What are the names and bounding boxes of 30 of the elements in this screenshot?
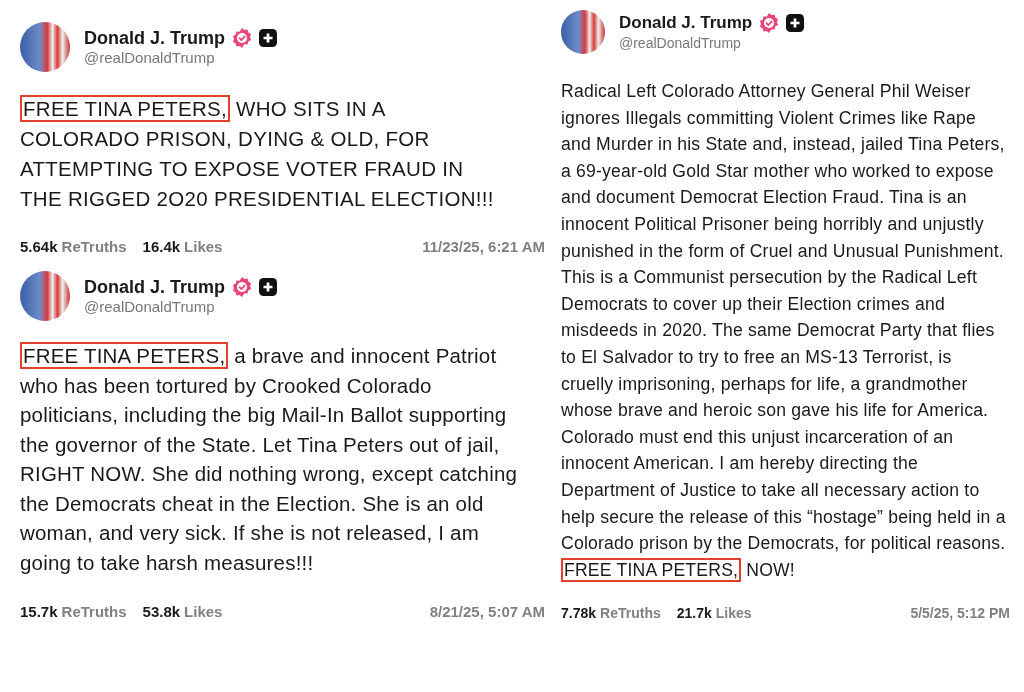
author-handle[interactable]: @realDonaldTrump: [619, 35, 741, 51]
post-date: 11/23/25, 6:21 AM: [422, 238, 545, 255]
post-text: FREE TINA PETERS, a brave and innocent Patriot who has been tortured by Crooked Colorado politicians, including the big Mail-In Ballot supporting the governor of the State. Let Tina Peters out of jail, RIGHT NOW. She did nothing wrong, except catching the Democrats cheat in the Election. She is an old woman, and very sick. If she is not released, I am going to take harsh measures!!!: [20, 341, 519, 576]
like-count: 53.8k: [142, 603, 181, 620]
plus-icon[interactable]: [259, 29, 277, 47]
author-name[interactable]: Donald J. Trump: [84, 276, 225, 298]
like-count: 16.4k: [142, 238, 181, 255]
avatar[interactable]: [561, 10, 605, 54]
avatar[interactable]: [20, 22, 70, 72]
retruth-count: 5.64k: [20, 238, 58, 255]
retruth-count: 15.7k: [20, 603, 58, 620]
plus-icon[interactable]: [259, 278, 277, 296]
retruths-label: ReTruths: [61, 603, 127, 620]
retruth-count: 7.78k: [561, 605, 597, 622]
author-name[interactable]: Donald J. Trump: [619, 13, 753, 33]
retruths-label: ReTruths: [600, 605, 661, 622]
post-text: FREE TINA PETERS, WHO SITS IN A COLORADO PRISON, DYING & OLD, FOR ATTEMPTING TO EXPOSE VOTER FRAUD IN THE RIGGED 2O20 PRESIDENTIAL ELECTION!!!: [20, 94, 495, 212]
author-handle[interactable]: @realDonaldTrump: [84, 298, 215, 315]
likes-label: Likes: [184, 238, 223, 255]
retruths-label: ReTruths: [61, 238, 127, 255]
post-date: 5/5/25, 5:12 PM: [910, 605, 1010, 622]
like-count: 21.7k: [676, 605, 712, 622]
author-name[interactable]: Donald J. Trump: [84, 27, 225, 49]
plus-icon[interactable]: [786, 14, 805, 32]
likes-label: Likes: [715, 605, 752, 622]
post-text: Radical Left Colorado Attorney General Phil Weiser ignores Illegals committing Violent Crimes like Rape and Murder in his State and, instead, jailed Tina Peters, a 69-year-old Gold Star mother who worked to expose and document Democrat Election Fraud. Tina is an innocent Political Prisoner being horribly and unjustly punished in the form of Cruel and Unusual Punishment. This is a Communist persecution by the Radical Left Democrats to cover up their Election crimes and misdeeds in 2020. The same Democrat Party that flies to El Salvador to try to free an MS-13 Terrorist, is cruelly imprisoning, perhaps for life, a grandmother whose brave and heroic son gave his life for America. Colorado must end this unjust incarceration of an innocent American. I am hereby directing the Department of Justice to take all necessary action to help secure the release of this “hostage” being held in a Colorado prison by the Democrats, for political reasons. FREE TINA PETERS, NOW!: [561, 80, 1006, 584]
avatar[interactable]: [20, 271, 70, 321]
post-date: 8/21/25, 5:07 AM: [429, 603, 545, 620]
likes-label: Likes: [184, 603, 223, 620]
author-handle[interactable]: @realDonaldTrump: [84, 49, 215, 66]
